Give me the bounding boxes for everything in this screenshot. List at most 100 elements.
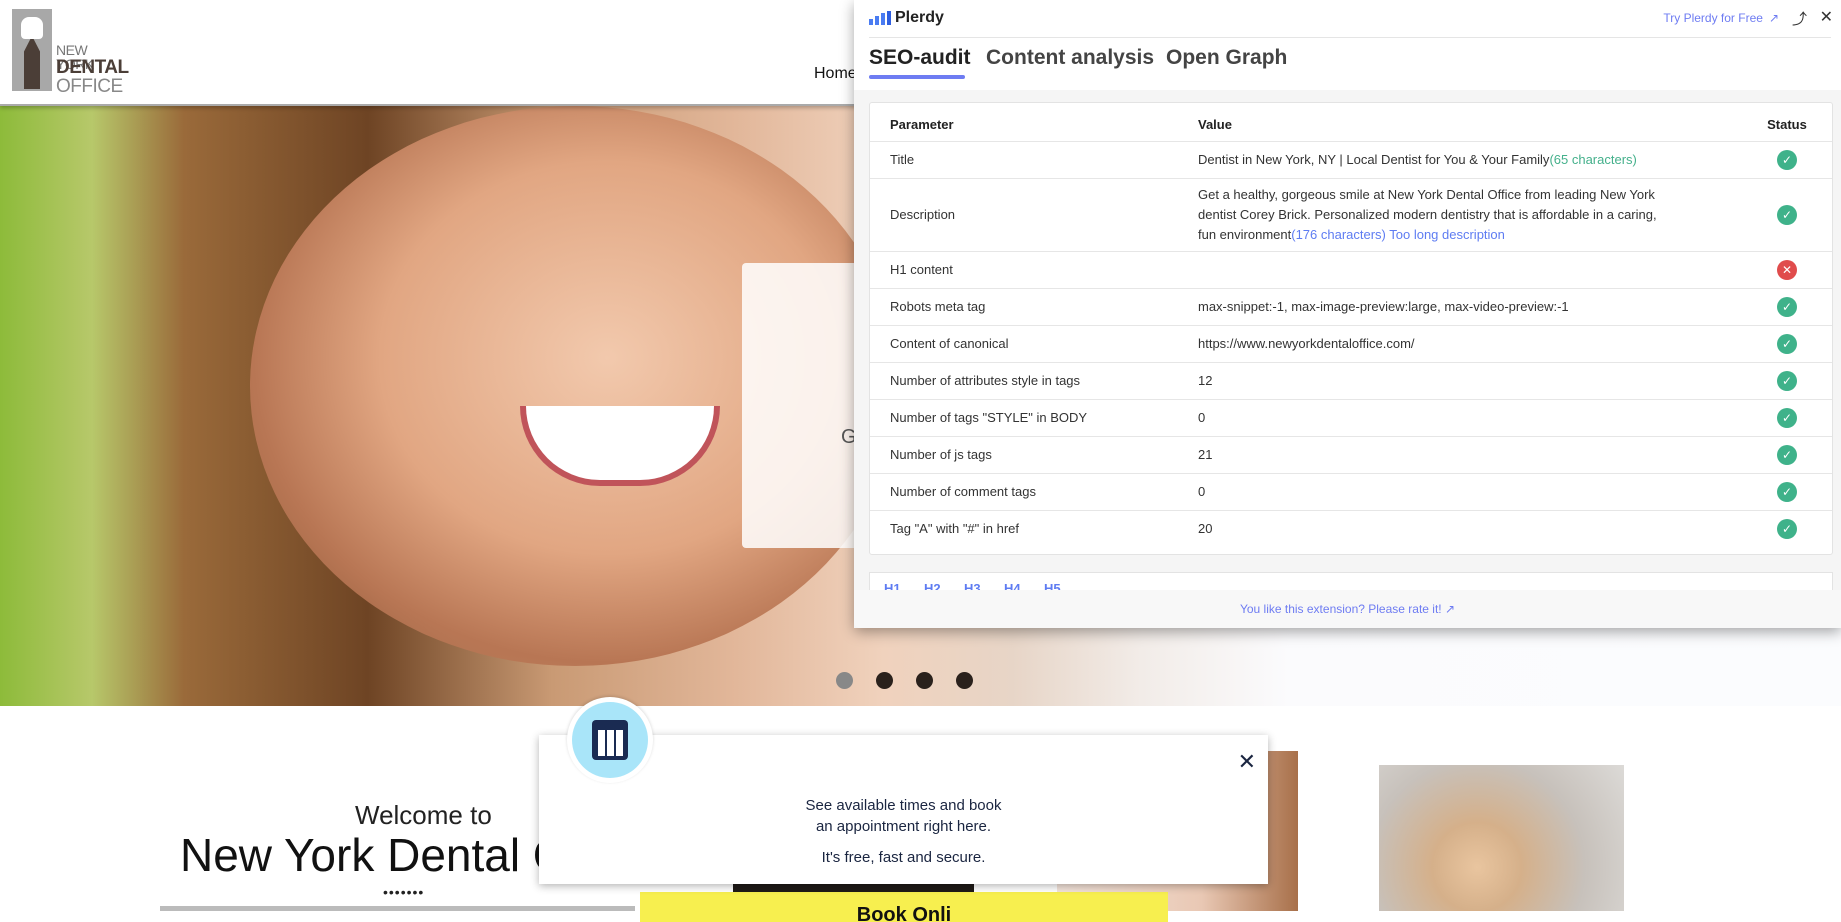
value-cell: 21 [1198,435,1742,473]
column-header-value: Value [1198,117,1232,133]
value-text: Dentist in New York, NY | Local Dentist … [1198,151,1550,167]
value-cell: max-snippet:-1, max-image-preview:large,… [1198,287,1742,325]
table-row: Number of tags "STYLE" in BODY 0 ✓ [870,398,1832,436]
value-cell: 0 [1198,472,1742,510]
parameter-cell: Title [870,140,1198,178]
table-row: H1 content ✕ [870,250,1832,288]
tab-seo-audit[interactable]: SEO-audit [869,46,971,70]
status-cell: ✓ [1742,324,1832,362]
calendar-button[interactable] [567,697,653,783]
logo-line-2: DENTAL [56,57,129,78]
nav-home[interactable]: Home [814,65,857,83]
status-cell: ✓ [1742,177,1832,251]
title-divider: ••••••• [383,884,425,900]
table-row: Title Dentist in New York, NY | Local De… [870,140,1832,178]
value-cell: 20 [1198,509,1742,547]
table-row: Tag "A" with "#" in href 20 ✓ [870,509,1832,547]
value-text: 20 [1198,520,1213,536]
parameter-cell: Robots meta tag [870,287,1198,325]
try-plerdy-label: Try Plerdy for Free [1663,11,1763,25]
external-link-icon: ↗ [1444,602,1456,616]
plerdy-bars-icon [869,11,891,25]
check-circle-icon: ✓ [1777,444,1797,465]
page-title: New York Dental O [180,829,569,881]
check-circle-icon: ✓ [1777,370,1797,391]
rate-extension-label: You like this extension? Please rate it! [1239,602,1442,616]
rate-extension-link[interactable]: You like this extension? Please rate it!… [854,590,1841,628]
check-circle-icon: ✓ [1777,204,1797,225]
logo-tooth-icon [12,9,52,91]
table-row: Number of attributes style in tags 12 ✓ [870,361,1832,399]
popup-line-1: See available times and book [805,797,1002,814]
table-row: Robots meta tag max-snippet:-1, max-imag… [870,287,1832,325]
value-text: 0 [1198,483,1206,499]
table-row: Description Get a healthy, gorgeous smil… [870,177,1832,251]
parameter-cell: Number of js tags [870,435,1198,473]
pin-icon[interactable]: ⤴ [1792,8,1807,29]
status-cell: ✓ [1742,287,1832,325]
check-circle-icon: ✓ [1777,333,1797,354]
value-cell: Dentist in New York, NY | Local Dentist … [1198,140,1742,178]
check-circle-icon: ✓ [1777,518,1797,539]
calendar-icon [572,702,648,778]
check-circle-icon: ✓ [1777,149,1797,170]
close-icon[interactable]: ✕ [1238,749,1256,775]
status-cell: ✓ [1742,398,1832,436]
popup-line-3: It's free, fast and secure. [821,849,986,866]
external-link-icon: ↗ [1768,11,1779,25]
value-cell: Get a healthy, gorgeous smile at New Yor… [1198,177,1742,251]
status-cell: ✓ [1742,435,1832,473]
value-text: https://www.newyorkdentaloffice.com/ [1198,335,1415,351]
check-circle-icon: ✓ [1777,296,1797,317]
tab-open-graph[interactable]: Open Graph [1166,46,1287,70]
error-circle-icon: ✕ [1777,259,1797,280]
status-cell: ✓ [1742,361,1832,399]
gallery-strip [160,906,635,911]
status-cell: ✕ [1742,250,1832,288]
value-note: (65 characters) [1549,151,1637,167]
table-row: Content of canonical https://www.newyork… [870,324,1832,362]
try-plerdy-link[interactable]: Try Plerdy for Free ↗ [1663,11,1779,25]
family-photo [1379,765,1624,911]
plerdy-panel: Plerdy Try Plerdy for Free ↗ ⤴ ✕ SEO-audi… [854,0,1841,628]
parameter-cell: Content of canonical [870,324,1198,362]
check-circle-icon: ✓ [1777,481,1797,502]
plerdy-brand: Plerdy [895,9,944,26]
value-text: 12 [1198,372,1213,388]
table-row: Number of comment tags 0 ✓ [870,472,1832,510]
parameter-cell: Tag "A" with "#" in href [870,509,1198,547]
parameter-cell: H1 content [870,250,1198,288]
active-tab-indicator [869,75,965,79]
table-row: Number of js tags 21 ✓ [870,435,1832,473]
plerdy-logo: Plerdy [869,9,944,27]
column-header-status: Status [1767,117,1807,133]
divider [869,37,1831,38]
slider-dot-3[interactable] [916,672,933,689]
status-cell: ✓ [1742,472,1832,510]
slider-dot-4[interactable] [956,672,973,689]
parameter-cell: Number of tags "STYLE" in BODY [870,398,1198,436]
value-cell: 0 [1198,398,1742,436]
value-cell: https://www.newyorkdentaloffice.com/ [1198,324,1742,362]
slider-dot-1[interactable] [836,672,853,689]
welcome-text: Welcome to [355,800,492,830]
book-online-button[interactable]: Book Onli [640,892,1168,922]
check-circle-icon: ✓ [1777,407,1797,428]
site-logo[interactable]: NEW YORK DENTAL OFFICE [12,9,129,97]
parameter-cell: Number of comment tags [870,472,1198,510]
logo-line-3: OFFICE [56,76,123,97]
value-cell: 12 [1198,361,1742,399]
value-text: 21 [1198,446,1213,462]
seo-audit-table: Parameter Value Status Title Dentist in … [869,102,1833,555]
value-text: max-snippet:-1, max-image-preview:large,… [1198,298,1569,314]
status-cell: ✓ [1742,140,1832,178]
close-icon[interactable]: ✕ [1820,7,1833,27]
parameter-cell: Number of attributes style in tags [870,361,1198,399]
column-header-parameter: Parameter [890,117,954,133]
tab-content-analysis[interactable]: Content analysis [986,46,1154,70]
popup-line-2: an appointment right here. [815,818,992,835]
value-note: (176 characters) Too long description [1291,226,1505,242]
value-cell [1198,250,1742,288]
slider-dot-2[interactable] [876,672,893,689]
value-text: 0 [1198,409,1206,425]
